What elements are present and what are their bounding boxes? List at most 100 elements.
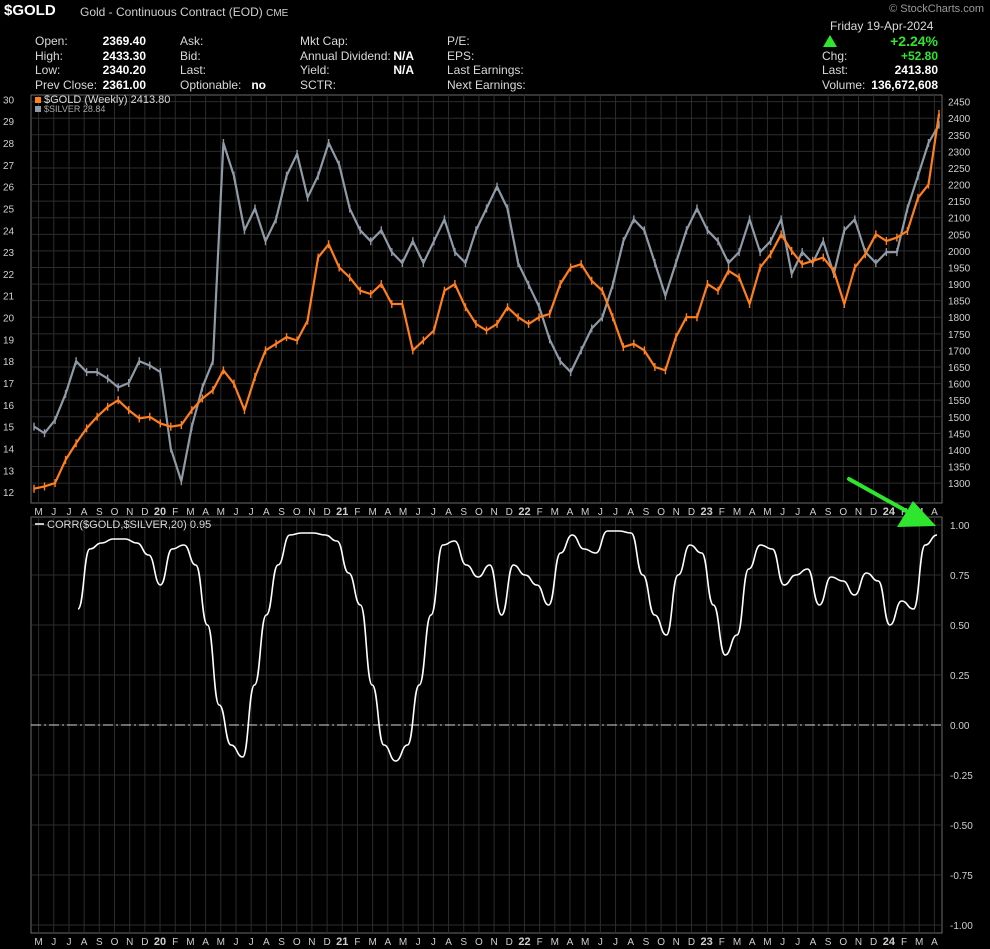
price-panel: 1300 1350 1400 1450 1500 1550 1600 1650 1700 1750… [3,94,971,504]
gold-axis-tick: 1500 [948,413,971,424]
x-tick-label-bottom: F [537,937,543,948]
silver-axis-tick: 17 [3,379,15,390]
x-tick-label-top: J [416,507,421,518]
x-tick-label-bottom: N [126,937,133,948]
silver-axis-tick: 28 [3,139,15,150]
x-tick-label-bottom: M [368,937,376,948]
x-tick-label-bottom: J [233,937,238,948]
x-tick-label-bottom: J [51,937,56,948]
x-tick-label-top: D [141,507,148,518]
gold-axis-tick: 2050 [948,230,971,241]
gold-legend-swatch [35,97,41,103]
x-tick-label-top: M [34,507,42,518]
corr-axis-tick: 0.50 [950,621,970,632]
x-tick-label-top: J [598,507,603,518]
x-tick-label-bottom: J [416,937,421,948]
silver-axis-tick: 21 [3,292,15,303]
x-tick-label-bottom: 24 [883,936,896,948]
silver-axis-tick: 15 [3,423,15,434]
x-tick-label-bottom: 22 [518,936,530,948]
x-tick-label-top: 22 [518,506,530,518]
x-tick-label-top: A [202,507,209,518]
correlation-panel: 1.00 0.75 0.50 0.25 0.00 -0.25 -0.50 -0.75 -1.00… [30,516,973,934]
x-tick-label-top: M [581,507,589,518]
x-tick-label-top: A [81,507,88,518]
gold-axis-tick: 2400 [948,114,971,125]
x-tick-label-bottom: S [96,937,103,948]
x-tick-label-bottom: A [567,937,574,948]
x-tick-label-bottom: S [278,937,285,948]
corr-axis-tick: 1.00 [950,521,970,532]
x-tick-label-bottom: N [308,937,315,948]
x-tick-label-top: S [825,507,832,518]
x-tick-label-bottom: O [293,937,301,948]
x-tick-label-bottom: M [34,937,42,948]
x-tick-label-top: N [673,507,680,518]
x-tick-label-bottom: J [431,937,436,948]
x-tick-label-top: J [795,507,800,518]
x-tick-label-top: O [839,507,847,518]
x-tick-label-bottom: O [839,937,847,948]
x-tick-label-bottom: F [354,937,360,948]
x-tick-label-bottom: N [490,937,497,948]
x-tick-label-top: J [249,507,254,518]
x-tick-label-top: N [855,507,862,518]
x-tick-label-top: A [810,507,817,518]
x-tick-label-bottom: D [323,937,330,948]
gold-axis-tick: 1600 [948,380,971,391]
x-tick-label-top: M [186,507,194,518]
chart-canvas: 1300 1350 1400 1450 1500 1550 1600 1650 1700 1750… [3,94,973,948]
silver-axis-tick: 20 [3,314,15,325]
x-tick-label-bottom: M [915,937,923,948]
x-tick-label-top: S [96,507,103,518]
x-tick-label-bottom: A [931,937,938,948]
x-tick-label-bottom: M [186,937,194,948]
x-tick-label-top: O [111,507,119,518]
gold-axis-tick: 2350 [948,131,971,142]
gold-axis-tick: 1700 [948,346,971,357]
x-tick-label-bottom: M [217,937,225,948]
x-tick-label-top: O [657,507,665,518]
x-tick-label-bottom: A [263,937,270,948]
silver-axis-tick: 14 [3,444,15,455]
x-tick-label-bottom: N [673,937,680,948]
gold-axis-tick: 1950 [948,263,971,274]
silver-axis-tick: 18 [3,357,15,368]
x-tick-label-top: M [217,507,225,518]
x-tick-label-top: 21 [336,506,348,518]
x-tick-label-top: A [567,507,574,518]
x-tick-label-bottom: D [688,937,695,948]
x-tick-label-top: D [870,507,877,518]
gold-axis-tick: 1750 [948,330,971,341]
x-tick-label-bottom: M [551,937,559,948]
x-tick-label-bottom: A [810,937,817,948]
gold-axis-tick: 2100 [948,214,971,225]
gold-axis-tick: 1850 [948,297,971,308]
x-tick-label-top: S [460,507,467,518]
x-tick-label-bottom: J [613,937,618,948]
x-tick-label-bottom: 20 [154,936,166,948]
x-tick-label-top: J [431,507,436,518]
silver-axis-tick: 23 [3,248,15,259]
x-tick-label-bottom: M [581,937,589,948]
x-tick-label-top: D [506,507,513,518]
x-tick-label-top: A [384,507,391,518]
corr-axis-tick: -0.25 [950,771,973,782]
silver-axis-tick: 19 [3,335,15,346]
x-tick-label-top: M [733,507,741,518]
corr-axis-tick: -0.50 [950,821,973,832]
x-tick-label-bottom: S [460,937,467,948]
gold-axis-tick: 2150 [948,197,971,208]
corr-axis-tick: 0.25 [950,671,970,682]
x-tick-label-bottom: F [172,937,178,948]
x-tick-label-top: A [445,507,452,518]
x-tick-label-bottom: F [901,937,907,948]
x-tick-label-bottom: N [855,937,862,948]
x-tick-label-top: M [551,507,559,518]
x-tick-label-top: A [931,507,938,518]
silver-axis-tick: 12 [3,488,15,499]
x-tick-label-top: F [172,507,178,518]
x-tick-label-bottom: O [111,937,119,948]
x-tick-label-top: J [233,507,238,518]
x-tick-label-bottom: A [627,937,634,948]
